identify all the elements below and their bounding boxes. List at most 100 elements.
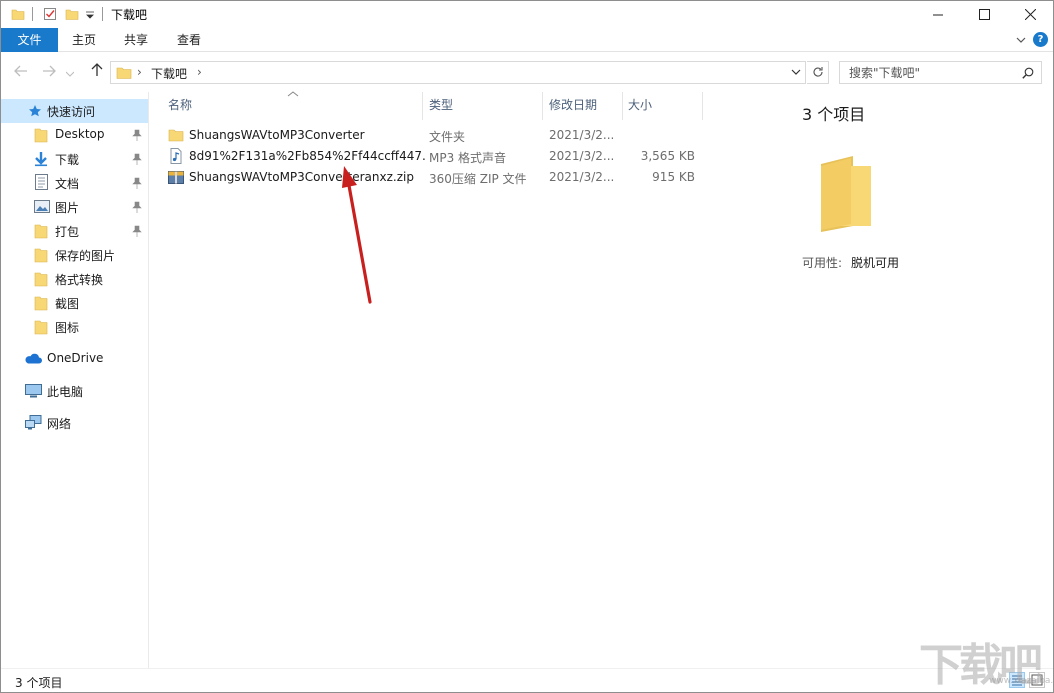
breadcrumb-separator[interactable]: › <box>197 65 202 79</box>
file-row[interactable]: ShuangsWAVtoMP3Converteranxz.zip 360压缩 Z… <box>168 167 728 188</box>
item-count-heading: 3 个项目 <box>802 105 866 124</box>
search-icon[interactable] <box>1022 67 1034 79</box>
download-icon <box>35 152 47 167</box>
back-arrow-icon <box>14 65 27 77</box>
pin-icon[interactable] <box>132 177 142 189</box>
file-row[interactable]: 8d91%2F131a%2Fb854%2Ff44ccff447... MP3 格… <box>168 146 728 167</box>
tab-file[interactable]: 文件 <box>1 28 58 52</box>
sidebar-item-label: 图标 <box>55 321 80 335</box>
new-folder-icon[interactable] <box>65 7 79 21</box>
availability-value: 脱机可用 <box>851 256 900 270</box>
ribbon-tabs: 文件 主页 共享 查看 ? <box>1 28 1053 52</box>
sidebar-item-format-conversion[interactable]: 格式转换 <box>1 267 148 291</box>
refresh-button[interactable] <box>807 61 829 84</box>
zip-file-icon <box>168 171 184 184</box>
navigation-bar: › 下载吧 › <box>1 52 1053 92</box>
maximize-icon <box>978 9 990 20</box>
column-divider[interactable] <box>542 92 543 120</box>
back-button[interactable] <box>11 62 31 82</box>
sidebar-item-this-pc[interactable]: 此电脑 <box>1 379 148 403</box>
sidebar-item-pictures[interactable]: 图片 <box>1 195 148 219</box>
column-header-size[interactable]: 大小 <box>628 96 698 122</box>
sidebar-item-desktop[interactable]: Desktop <box>1 123 148 147</box>
address-dropdown-icon[interactable] <box>791 69 801 76</box>
file-row[interactable]: ShuangsWAVtoMP3Converter 文件夹 2021/3/2... <box>168 125 728 146</box>
sidebar-item-screenshots[interactable]: 截图 <box>1 291 148 315</box>
file-size: 3,565 KB <box>640 149 695 163</box>
column-divider[interactable] <box>622 92 623 120</box>
sidebar-item-network[interactable]: 网络 <box>1 411 148 435</box>
folder-icon <box>116 67 132 79</box>
sidebar-item-downloads[interactable]: 下载 <box>1 147 148 171</box>
tab-view[interactable]: 查看 <box>166 28 212 52</box>
pin-icon[interactable] <box>132 153 142 165</box>
folder-icon <box>34 224 48 239</box>
folder-icon <box>168 129 184 142</box>
sidebar-item-label: 此电脑 <box>47 385 84 399</box>
sidebar-item-quick-access[interactable]: 快速访问 <box>1 99 148 123</box>
status-bar: 3 个项目 <box>1 668 1053 692</box>
up-button[interactable] <box>87 62 107 82</box>
picture-icon <box>34 200 50 213</box>
sidebar-item-icons[interactable]: 图标 <box>1 315 148 339</box>
column-divider[interactable] <box>422 92 423 120</box>
sidebar-item-pack[interactable]: 打包 <box>1 219 148 243</box>
file-size: 915 KB <box>652 170 695 184</box>
file-name: 8d91%2F131a%2Fb854%2Ff44ccff447... <box>189 149 427 163</box>
forward-button[interactable] <box>39 62 59 82</box>
breadcrumb-item[interactable]: 下载吧 <box>151 65 187 82</box>
folder-icon <box>34 296 48 311</box>
file-date: 2021/3/2... <box>549 149 615 163</box>
network-icon <box>25 415 42 430</box>
column-header-type[interactable]: 类型 <box>429 96 539 122</box>
sidebar-item-label: 格式转换 <box>55 273 104 287</box>
folder-icon <box>34 248 48 263</box>
help-icon[interactable]: ? <box>1033 32 1048 47</box>
availability-label: 可用性: <box>802 256 843 270</box>
file-explorer-window: 下载吧 文件 主页 共享 查看 ? › 下载吧 › 搜索"下载吧" 快速访问 D… <box>0 0 1054 693</box>
column-header-date[interactable]: 修改日期 <box>549 96 619 122</box>
sidebar-item-label: 下载 <box>55 153 80 167</box>
pin-icon[interactable] <box>132 225 142 237</box>
navigation-pane: 快速访问 Desktop 下载 文档 图片 打包 保存的图片 格式转换 截图 图… <box>1 92 149 668</box>
minimize-button[interactable] <box>915 1 961 28</box>
status-item-count: 3 个项目 <box>15 676 63 690</box>
sidebar-item-label: 快速访问 <box>47 105 96 119</box>
column-header-name[interactable]: 名称 <box>168 96 418 122</box>
forward-arrow-icon <box>43 65 56 77</box>
file-type: MP3 格式声音 <box>429 151 507 165</box>
details-pane: 3 个项目 可用性: 脱机可用 <box>780 92 1053 668</box>
sidebar-item-onedrive[interactable]: OneDrive <box>1 347 148 371</box>
tab-share[interactable]: 共享 <box>113 28 159 52</box>
pin-icon[interactable] <box>132 129 142 141</box>
recent-locations-button[interactable] <box>63 62 77 82</box>
address-bar[interactable]: › 下载吧 › <box>110 61 806 84</box>
folder-icon <box>34 128 48 143</box>
ribbon-expand-icon[interactable] <box>1015 34 1027 46</box>
quick-access-dropdown-icon[interactable] <box>85 7 95 21</box>
folder-icon <box>34 320 48 335</box>
sidebar-item-label: 保存的图片 <box>55 249 116 263</box>
tab-home[interactable]: 主页 <box>61 28 107 52</box>
search-box[interactable] <box>839 61 1042 84</box>
search-input[interactable] <box>840 62 1010 83</box>
sidebar-item-saved-pictures[interactable]: 保存的图片 <box>1 243 148 267</box>
sidebar-item-label: 截图 <box>55 297 80 311</box>
chevron-down-icon <box>65 71 75 77</box>
maximize-button[interactable] <box>961 1 1007 28</box>
sidebar-item-label: 图片 <box>55 201 80 215</box>
close-button[interactable] <box>1007 1 1053 28</box>
up-arrow-icon <box>91 63 103 76</box>
sidebar-item-documents[interactable]: 文档 <box>1 171 148 195</box>
file-list: 名称 类型 修改日期 大小 ShuangsWAVtoMP3Converter 文… <box>150 91 780 668</box>
cloud-icon <box>25 353 42 364</box>
folder-icon <box>11 9 25 20</box>
close-icon <box>1024 9 1036 20</box>
sidebar-item-label: 打包 <box>55 225 80 239</box>
star-icon <box>29 105 41 117</box>
file-date: 2021/3/2... <box>549 128 615 142</box>
column-divider[interactable] <box>702 92 703 120</box>
pin-icon[interactable] <box>132 201 142 213</box>
properties-icon[interactable] <box>43 7 57 21</box>
annotation-arrow <box>342 166 372 304</box>
